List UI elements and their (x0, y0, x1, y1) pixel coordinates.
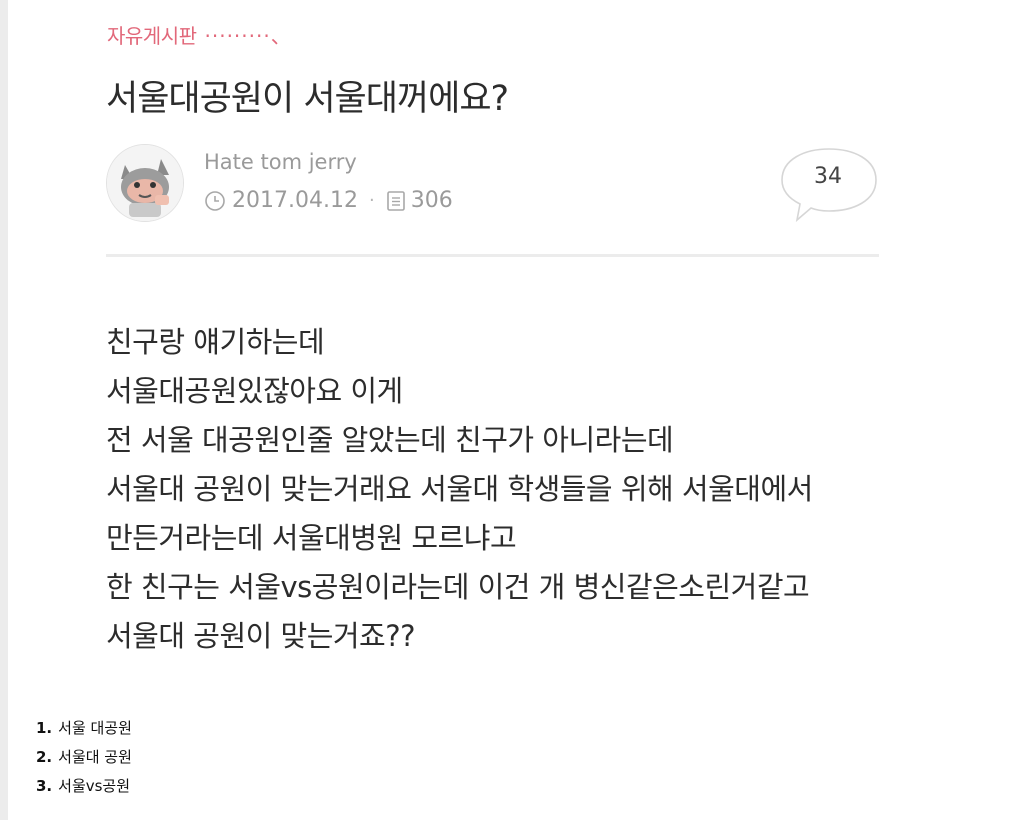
option-item: 3. 서울vs공원 (36, 772, 132, 801)
document-icon (386, 190, 405, 211)
post-body-line: 서울대 공원이 맞는거래요 서울대 학생들을 위해 서울대에서 (106, 472, 813, 506)
author-name[interactable]: Hate tom jerry (204, 150, 357, 174)
option-list: 1. 서울 대공원 2. 서울대 공원 3. 서울vs공원 (36, 714, 132, 801)
board-link[interactable]: 자유게시판 ·········、 (107, 20, 292, 49)
board-suffix: ·········、 (204, 24, 292, 48)
post-body-line: 서울대 공원이 맞는거죠?? (106, 619, 416, 653)
option-text: 서울 대공원 (58, 719, 132, 737)
post-body-line: 서울대공원있잖아요 이게 (106, 374, 403, 408)
post-body-line: 한 친구는 서울vs공원이라는데 이건 개 병신같은소린거같고 (106, 570, 810, 604)
post-body: 친구랑 얘기하는데 서울대공원있잖아요 이게 전 서울 대공원인줄 알았는데 친… (106, 318, 813, 661)
view-count: 306 (410, 188, 453, 213)
post-body-line: 전 서울 대공원인줄 알았는데 친구가 아니라는데 (106, 423, 674, 457)
option-item: 1. 서울 대공원 (36, 714, 132, 743)
option-number: 2. (36, 748, 53, 766)
option-item: 2. 서울대 공원 (36, 743, 132, 772)
option-number: 1. (36, 719, 53, 737)
meta-separator: · (368, 190, 375, 211)
author-avatar[interactable] (106, 144, 184, 222)
avatar-cat-icon (107, 145, 183, 221)
option-text: 서울대 공원 (58, 748, 132, 766)
clock-icon (205, 190, 225, 211)
page-left-margin (0, 0, 8, 820)
post-title: 서울대공원이 서울대꺼에요? (106, 79, 509, 119)
post-body-line: 친구랑 얘기하는데 (106, 325, 325, 359)
post-body-line: 만든거라는데 서울대병원 모르냐고 (106, 521, 517, 555)
header-divider (106, 254, 879, 257)
board-name[interactable]: 자유게시판 (107, 24, 197, 48)
comment-count-button[interactable]: 34 (779, 146, 879, 226)
option-text: 서울vs공원 (58, 777, 131, 795)
post-date: 2017.04.12 (232, 188, 358, 213)
option-number: 3. (36, 777, 53, 795)
post-meta: 2017.04.12 · 306 (204, 188, 453, 213)
comment-count: 34 (814, 164, 842, 189)
